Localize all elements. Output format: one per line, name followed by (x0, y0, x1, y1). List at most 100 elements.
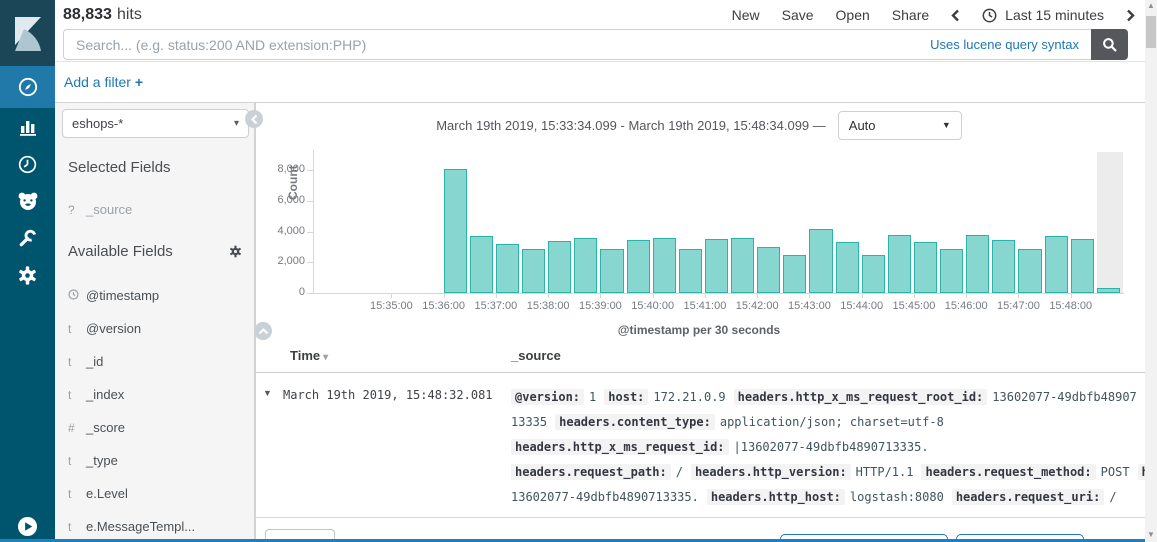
menu-open-button[interactable]: Open (836, 7, 870, 23)
scrollbar-thumb[interactable] (1146, 16, 1156, 48)
time-next-button[interactable] (1126, 9, 1135, 22)
field-settings-gear-icon[interactable] (229, 245, 242, 258)
bear-face-icon (17, 191, 39, 211)
nav-management[interactable] (0, 256, 55, 294)
field-item-@version[interactable]: t@version (68, 312, 248, 345)
collapse-sidebar-button[interactable] (245, 110, 263, 128)
field-name: _index (86, 387, 124, 402)
nav-collapse-button[interactable] (0, 510, 55, 542)
hits-count: 88,833 (63, 6, 112, 24)
x-tick-label: 15:48:00 (1036, 300, 1106, 312)
chevron-left-icon (951, 9, 960, 22)
y-tick-label: 4,000 (257, 225, 305, 237)
x-tick (548, 294, 549, 298)
field-name: @timestamp (86, 288, 159, 303)
y-tick-label: 2,000 (257, 255, 305, 267)
histogram-bar-15:38:00[interactable] (548, 241, 571, 293)
histogram-bar-15:48:30[interactable] (1097, 288, 1120, 293)
histogram-bar-15:48:00[interactable] (1071, 239, 1094, 293)
collapse-chart-button[interactable] (254, 322, 272, 340)
menu-save-button[interactable]: Save (782, 7, 814, 23)
histogram-bar-15:46:00[interactable] (966, 235, 989, 293)
kibana-logo[interactable] (0, 0, 55, 68)
histogram-bar-15:45:00[interactable] (914, 242, 937, 293)
histogram-bar-15:41:30[interactable] (731, 238, 754, 293)
source-pair: headers.request_path:/ (511, 465, 683, 479)
wrench-icon (17, 228, 38, 249)
histogram-bar-15:44:30[interactable] (888, 235, 911, 293)
table-header-divider (255, 372, 1145, 373)
chart-time-range: March 19th 2019, 15:33:34.099 - March 19… (436, 118, 826, 133)
source-key: headers.http_x_ms_request_id: (511, 439, 729, 455)
histogram-bar-15:37:00[interactable] (496, 244, 519, 293)
lucene-syntax-link[interactable]: Uses lucene query syntax (930, 37, 1079, 52)
histogram-bar-15:47:00[interactable] (1018, 249, 1041, 293)
field-item-_index[interactable]: t_index (68, 378, 248, 411)
histogram-bar-15:45:30[interactable] (940, 249, 963, 293)
scrollbar-up-arrow[interactable]: ▲ (1145, 1, 1157, 10)
time-range-label: Last 15 minutes (1005, 7, 1104, 23)
histogram-plot[interactable] (313, 152, 1123, 293)
menu-new-button[interactable]: New (732, 7, 760, 23)
histogram-bar-15:47:30[interactable] (1045, 236, 1068, 293)
nav-dashboard[interactable] (0, 145, 55, 183)
nav-visualize[interactable] (0, 108, 55, 146)
field-item-_id[interactable]: t_id (68, 345, 248, 378)
field-name: e.MessageTempl... (86, 519, 195, 534)
field-item-_score[interactable]: #_score (68, 411, 248, 444)
y-tick-label: 8,000 (257, 163, 305, 175)
histogram-bar-15:41:00[interactable] (705, 239, 728, 293)
bar-chart-icon (18, 117, 38, 137)
source-value: 1 (589, 390, 596, 404)
scrollbar-down-arrow[interactable]: ▼ (1145, 530, 1157, 539)
nav-dev-tools[interactable] (0, 219, 55, 257)
field-name: @version (86, 321, 141, 336)
vertical-scrollbar[interactable]: ▲ ▼ (1145, 0, 1157, 542)
histogram-bar-15:42:30[interactable] (783, 255, 806, 293)
field-item-@timestamp[interactable]: @timestamp (68, 279, 248, 312)
histogram-bar-15:40:30[interactable] (679, 249, 702, 293)
histogram-bar-15:37:30[interactable] (522, 249, 545, 293)
time-prev-button[interactable] (951, 9, 960, 22)
nav-plugin-monitor[interactable] (0, 182, 55, 220)
field-item-e.MessageTempl...[interactable]: te.MessageTempl... (68, 510, 248, 542)
x-tick (1018, 294, 1019, 298)
histogram-bar-15:43:00[interactable] (809, 229, 832, 293)
index-pattern-select[interactable]: eshops-* ▾ (62, 109, 249, 138)
source-value: / (676, 465, 683, 479)
nav-discover[interactable] (0, 66, 55, 108)
field-type-string-icon: t (68, 454, 86, 468)
histogram-bar-15:44:00[interactable] (862, 255, 885, 293)
source-value: / (1109, 490, 1116, 504)
histogram-bar-15:39:00[interactable] (600, 249, 623, 293)
field-item-e.Level[interactable]: te.Level (68, 477, 248, 510)
source-key: headers.http_x_ms_request_root_id: (734, 389, 988, 405)
menu-share-button[interactable]: Share (892, 7, 929, 23)
x-tick (862, 294, 863, 298)
x-tick (914, 294, 915, 298)
histogram-bar-15:39:30[interactable] (627, 240, 650, 293)
interval-select[interactable]: Auto ▼ (838, 111, 962, 140)
search-input[interactable]: Search... (e.g. status:200 AND extension… (63, 29, 1091, 60)
source-value: |13602077-49dbfb4890713335. (734, 440, 929, 454)
histogram-bar-15:46:30[interactable] (992, 240, 1015, 293)
menu-actions: New Save Open Share (732, 7, 930, 23)
source-pair: host:172.21.0.9 (604, 390, 725, 404)
histogram-bar-15:36:30[interactable] (470, 236, 493, 293)
time-picker-button[interactable]: Last 15 minutes (982, 7, 1104, 23)
histogram-bar-15:40:00[interactable] (653, 238, 676, 293)
filter-bar: Add a filter + (55, 62, 1145, 103)
select-caret-icon: ▼ (942, 120, 951, 130)
histogram-bar-15:38:30[interactable] (574, 238, 597, 293)
histogram-bar-15:43:30[interactable] (836, 242, 859, 293)
field-item-_source[interactable]: ?_source (68, 193, 248, 226)
histogram-bar-15:42:00[interactable] (757, 247, 780, 293)
row-expand-caret[interactable]: ▼ (263, 388, 272, 398)
search-button[interactable] (1091, 29, 1128, 60)
gear-icon (17, 265, 38, 286)
field-item-_type[interactable]: t_type (68, 444, 248, 477)
field-name: _id (86, 354, 103, 369)
add-filter-link[interactable]: Add a filter + (64, 74, 143, 90)
column-header-time[interactable]: Time▾ (290, 348, 328, 363)
histogram-bar-15:36:00[interactable] (444, 169, 467, 293)
